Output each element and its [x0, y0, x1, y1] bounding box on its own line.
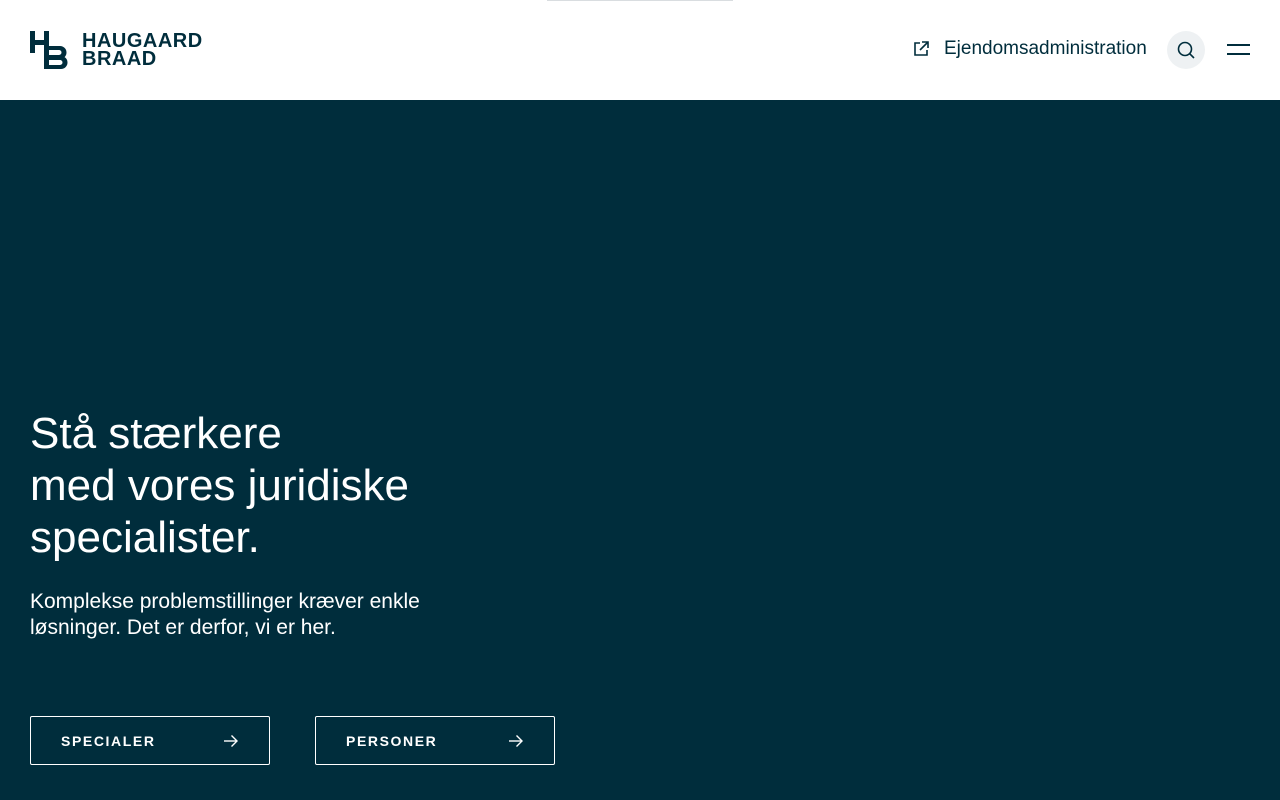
- site-header: HAUGAARD BRAAD Ejendomsadministration: [0, 0, 1280, 100]
- personer-button-label: PERSONER: [346, 732, 438, 749]
- hamburger-menu-icon-bar-bottom: [1227, 52, 1250, 55]
- hero-subtitle: Komplekse problemstillinger kræver enkle…: [30, 590, 420, 639]
- arrow-right-icon: [508, 734, 524, 748]
- logo-link[interactable]: HAUGAARD BRAAD: [30, 31, 203, 69]
- arrow-right-icon: [223, 734, 239, 748]
- ejendomsadministration-link[interactable]: Ejendomsadministration: [912, 36, 1147, 62]
- hamburger-menu-icon-bar-top: [1227, 43, 1250, 46]
- search-button[interactable]: [1167, 31, 1205, 69]
- specialer-button-label: SPECIALER: [61, 732, 156, 749]
- hero-title: Stå stærkere med vores juridiske special…: [30, 409, 410, 562]
- personer-button[interactable]: PERSONER: [315, 716, 555, 765]
- logo-wordmark: HAUGAARD BRAAD: [82, 31, 203, 70]
- logo-word-line2: BRAAD: [82, 48, 157, 70]
- external-link-icon: [912, 40, 930, 58]
- menu-button[interactable]: [1224, 37, 1254, 61]
- hb-monogram-icon: [30, 31, 68, 69]
- top-indicator-line: [547, 0, 733, 1]
- search-icon: [1177, 41, 1195, 59]
- specialer-button[interactable]: SPECIALER: [30, 716, 270, 765]
- hero-section: Stå stærkere med vores juridiske special…: [0, 100, 1280, 800]
- ejendomsadministration-label: Ejendomsadministration: [944, 38, 1147, 59]
